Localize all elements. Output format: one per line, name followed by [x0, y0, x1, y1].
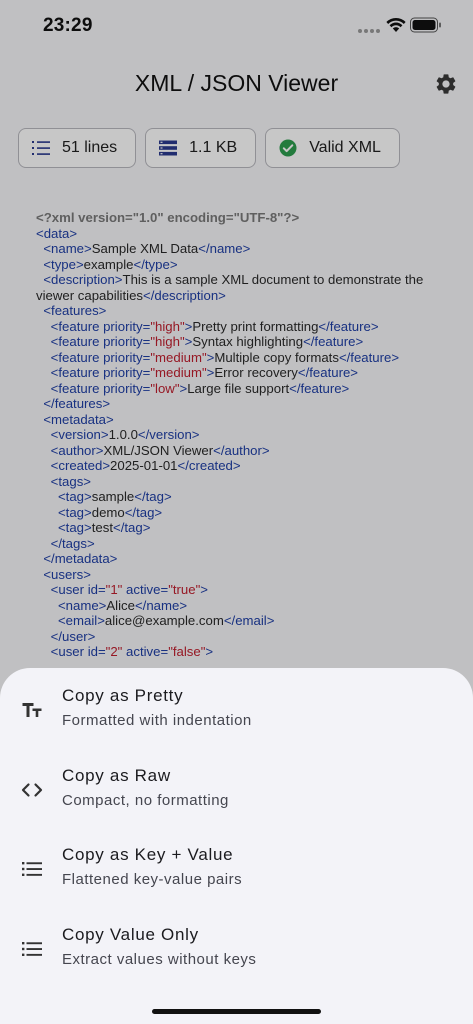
text-format-icon [20, 698, 44, 722]
copy-value-only-option[interactable]: Copy Value Only Extract values without k… [0, 907, 473, 986]
copy-value-only-title: Copy Value Only [62, 925, 199, 944]
copy-raw-subtitle: Compact, no formatting [62, 792, 229, 809]
copy-options-sheet: Copy as Pretty Formatted with indentatio… [0, 668, 473, 1024]
copy-raw-option[interactable]: Copy as Raw Compact, no formatting [0, 748, 473, 827]
copy-pretty-subtitle: Formatted with indentation [62, 712, 252, 729]
list-icon [20, 857, 44, 881]
copy-key-value-subtitle: Flattened key-value pairs [62, 871, 243, 888]
copy-key-value-option[interactable]: Copy as Key + Value Flattened key-value … [0, 827, 473, 906]
copy-pretty-option[interactable]: Copy as Pretty Formatted with indentatio… [0, 668, 473, 747]
copy-key-value-title: Copy as Key + Value [62, 845, 234, 864]
copy-value-only-subtitle: Extract values without keys [62, 951, 257, 968]
home-indicator[interactable] [152, 1009, 321, 1014]
list-icon [20, 937, 44, 961]
code-icon [20, 778, 44, 802]
copy-pretty-title: Copy as Pretty [62, 686, 184, 705]
copy-raw-title: Copy as Raw [62, 766, 171, 785]
